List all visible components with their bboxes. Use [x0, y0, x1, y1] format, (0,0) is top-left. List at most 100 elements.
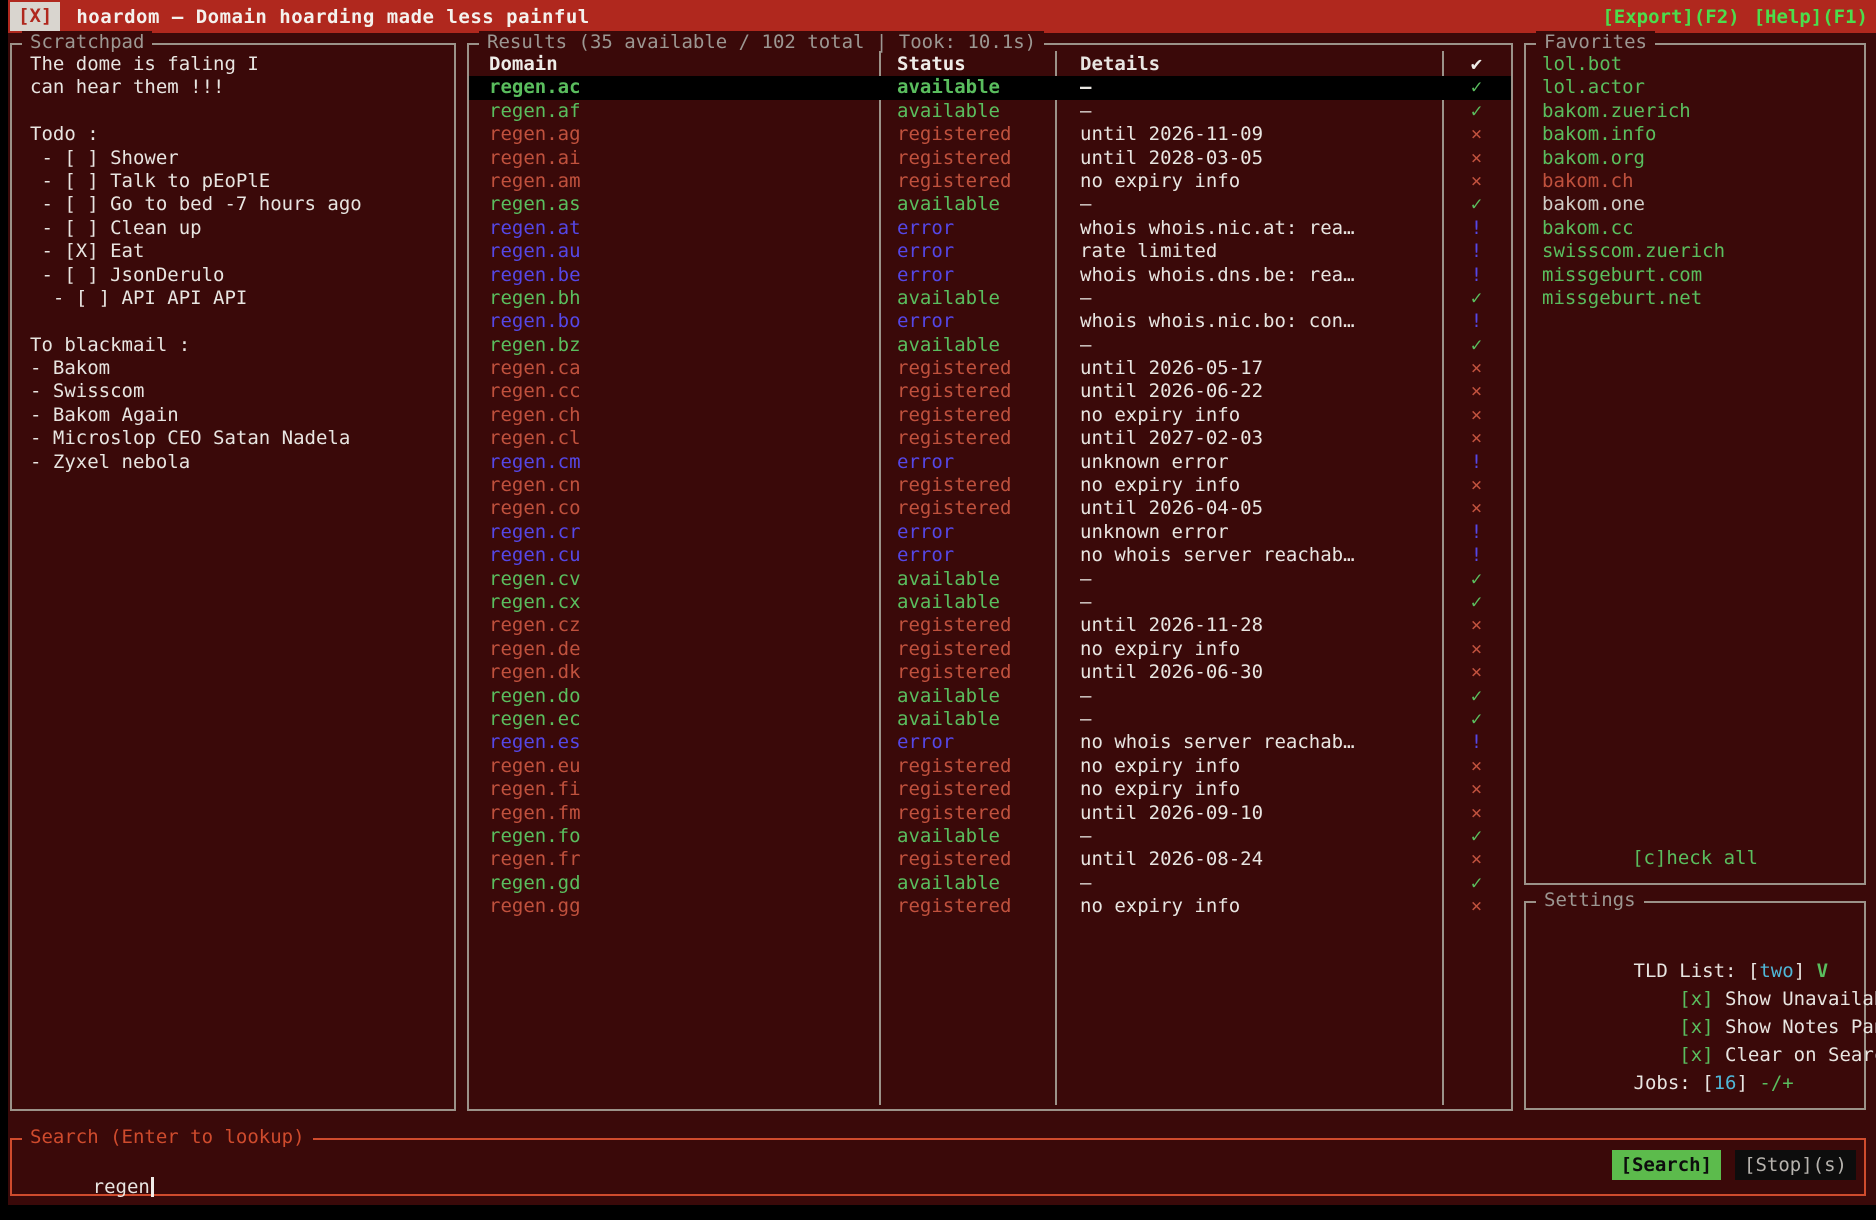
export-button[interactable]: [Export](F2) — [1602, 6, 1739, 28]
search-button[interactable]: [Search] — [1612, 1150, 1722, 1180]
titlebar: [X] hoardom — Domain hoarding made less … — [8, 0, 1876, 33]
table-row[interactable]: regen.cl registered until 2027-02-03 × — [469, 427, 1511, 450]
status-mark-icon: ✓ — [1442, 334, 1511, 357]
table-row[interactable]: regen.cu error no whois server reachab… … — [469, 544, 1511, 567]
table-row[interactable]: regen.cm error unknown error ! — [469, 451, 1511, 474]
search-input[interactable]: regen — [24, 1154, 154, 1220]
favorite-item[interactable]: bakom.zuerich — [1526, 100, 1864, 123]
status-cell: registered — [879, 895, 1055, 918]
favorite-item[interactable]: bakom.cc — [1526, 217, 1864, 240]
text-cursor — [151, 1177, 154, 1197]
table-row[interactable]: regen.am registered no expiry info × — [469, 170, 1511, 193]
checkbox-icon[interactable]: [x] — [1679, 1044, 1713, 1066]
table-row[interactable]: regen.fm registered until 2026-09-10 × — [469, 802, 1511, 825]
table-row[interactable]: regen.ac available — ✓ — [469, 76, 1511, 99]
favorite-item[interactable]: swisscom.zuerich — [1526, 240, 1864, 263]
details-cell: until 2026-06-30 — [1055, 661, 1442, 684]
domain-cell: regen.as — [469, 193, 879, 216]
table-row[interactable]: regen.eu registered no expiry info × — [469, 755, 1511, 778]
domain-cell: regen.bz — [469, 334, 879, 357]
scratchpad-line: To blackmail : — [30, 334, 454, 357]
favorites-panel: Favorites lol.bot lol.actor bakom.zueric… — [1524, 43, 1866, 885]
status-mark-icon: ✓ — [1442, 568, 1511, 591]
details-cell: no whois server reachab… — [1055, 731, 1442, 754]
check-all-button[interactable]: [c]heck all — [1526, 847, 1864, 869]
tld-list-value[interactable]: two — [1759, 960, 1793, 982]
table-row[interactable]: regen.gd available — ✓ — [469, 872, 1511, 895]
table-row[interactable]: regen.cz registered until 2026-11-28 × — [469, 614, 1511, 637]
table-row[interactable]: regen.at error whois whois.nic.at: rea… … — [469, 217, 1511, 240]
status-mark-icon: ✓ — [1442, 825, 1511, 848]
stop-button[interactable]: [Stop](s) — [1735, 1150, 1856, 1180]
status-cell: error — [879, 451, 1055, 474]
scratchpad-text-area[interactable]: The dome is faling I can hear them !!! T… — [12, 45, 454, 474]
table-row[interactable]: regen.be error whois whois.dns.be: rea… … — [469, 264, 1511, 287]
table-row[interactable]: regen.fr registered until 2026-08-24 × — [469, 848, 1511, 871]
table-row[interactable]: regen.fo available — ✓ — [469, 825, 1511, 848]
jobs-value: 16 — [1714, 1072, 1737, 1094]
table-row[interactable]: regen.ec available — ✓ — [469, 708, 1511, 731]
domain-cell: regen.ec — [469, 708, 879, 731]
favorite-item[interactable]: bakom.ch — [1526, 170, 1864, 193]
status-cell: registered — [879, 661, 1055, 684]
table-row[interactable]: regen.gg registered no expiry info × — [469, 895, 1511, 918]
favorite-item[interactable]: bakom.one — [1526, 193, 1864, 216]
checkbox-icon[interactable]: [x] — [1679, 1016, 1713, 1038]
status-cell: error — [879, 310, 1055, 333]
table-row[interactable]: regen.bh available — ✓ — [469, 287, 1511, 310]
table-row[interactable]: regen.au error rate limited ! — [469, 240, 1511, 263]
bracket: ] — [1794, 960, 1817, 982]
status-cell: available — [879, 685, 1055, 708]
table-row[interactable]: regen.cn registered no expiry info × — [469, 474, 1511, 497]
table-row[interactable]: regen.ca registered until 2026-05-17 × — [469, 357, 1511, 380]
titlebar-actions: [Export](F2) [Help](F1) — [1602, 6, 1868, 28]
favorite-item[interactable]: bakom.org — [1526, 147, 1864, 170]
favorite-item[interactable]: lol.actor — [1526, 76, 1864, 99]
status-mark-icon: ! — [1442, 521, 1511, 544]
domain-cell: regen.cu — [469, 544, 879, 567]
domain-cell: regen.bo — [469, 310, 879, 333]
table-row[interactable]: regen.bo error whois whois.nic.bo: con… … — [469, 310, 1511, 333]
jobs-decrement-increment[interactable]: -/+ — [1759, 1072, 1793, 1094]
results-panel: Results (35 available / 102 total | Took… — [467, 43, 1513, 1111]
tld-dropdown-indicator[interactable]: V — [1817, 960, 1828, 982]
table-row[interactable]: regen.dk registered until 2026-06-30 × — [469, 661, 1511, 684]
table-row[interactable]: regen.cx available — ✓ — [469, 591, 1511, 614]
table-row[interactable]: regen.bz available — ✓ — [469, 334, 1511, 357]
status-mark-icon: ! — [1442, 240, 1511, 263]
table-row[interactable]: regen.ag registered until 2026-11-09 × — [469, 123, 1511, 146]
table-row[interactable]: regen.es error no whois server reachab… … — [469, 731, 1511, 754]
details-cell: no expiry info — [1055, 895, 1442, 918]
table-row[interactable]: regen.cr error unknown error ! — [469, 521, 1511, 544]
scratchpad-line: - Zyxel nebola — [30, 451, 454, 474]
table-row[interactable]: regen.co registered until 2026-04-05 × — [469, 497, 1511, 520]
table-row[interactable]: regen.as available — ✓ — [469, 193, 1511, 216]
table-row[interactable]: regen.do available — ✓ — [469, 685, 1511, 708]
details-cell: — — [1055, 100, 1442, 123]
close-button[interactable]: [X] — [10, 2, 60, 31]
table-row[interactable]: regen.cc registered until 2026-06-22 × — [469, 380, 1511, 403]
favorite-item[interactable]: lol.bot — [1526, 53, 1864, 76]
status-cell: registered — [879, 170, 1055, 193]
details-cell: — — [1055, 825, 1442, 848]
tld-list-setting[interactable]: TLD List: [two] V — [1542, 929, 1864, 957]
table-row[interactable]: regen.de registered no expiry info × — [469, 638, 1511, 661]
details-cell: no expiry info — [1055, 170, 1442, 193]
table-row[interactable]: regen.af available — ✓ — [469, 100, 1511, 123]
favorite-item[interactable]: bakom.info — [1526, 123, 1864, 146]
status-cell: registered — [879, 778, 1055, 801]
checkbox-icon[interactable]: [x] — [1679, 988, 1713, 1010]
favorite-item[interactable]: missgeburt.net — [1526, 287, 1864, 310]
status-cell: registered — [879, 614, 1055, 637]
status-cell: registered — [879, 638, 1055, 661]
status-cell: available — [879, 568, 1055, 591]
details-cell: no expiry info — [1055, 474, 1442, 497]
domain-cell: regen.cr — [469, 521, 879, 544]
table-row[interactable]: regen.cv available — ✓ — [469, 568, 1511, 591]
table-row[interactable]: regen.ch registered no expiry info × — [469, 404, 1511, 427]
help-button[interactable]: [Help](F1) — [1754, 6, 1868, 28]
table-row[interactable]: regen.fi registered no expiry info × — [469, 778, 1511, 801]
favorite-item[interactable]: missgeburt.com — [1526, 264, 1864, 287]
status-mark-icon: ✓ — [1442, 591, 1511, 614]
table-row[interactable]: regen.ai registered until 2028-03-05 × — [469, 147, 1511, 170]
